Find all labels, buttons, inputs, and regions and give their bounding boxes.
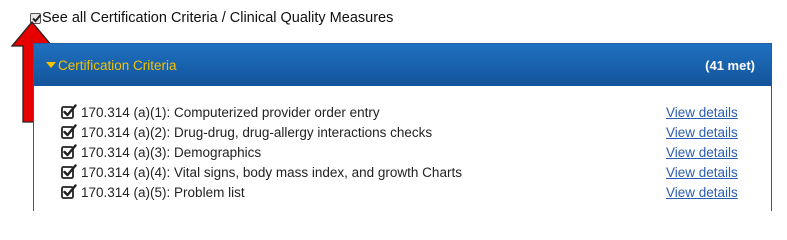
criteria-label: 170.314 (a)(2): Drug-drug, drug-allergy … [81,124,433,140]
panel-title: Certification Criteria [58,57,177,73]
checked-box-icon [61,124,77,139]
criteria-row: 170.314 (a)(3): Demographics View details [34,142,771,162]
checked-box-icon [61,144,77,159]
met-count-badge: (41 met) [705,57,755,73]
criteria-label: 170.314 (a)(5): Problem list [81,184,245,200]
panel-title-toggle[interactable]: Certification Criteria [46,58,177,73]
certification-criteria-panel: Certification Criteria (41 met) 170.314 … [33,43,772,211]
panel-header[interactable]: Certification Criteria (41 met) [34,44,771,86]
criteria-row: 170.314 (a)(5): Problem list View details [34,182,771,202]
criteria-list: 170.314 (a)(1): Computerized provider or… [34,86,771,202]
view-details-link[interactable]: View details [666,185,738,200]
criteria-label: 170.314 (a)(3): Demographics [81,144,262,160]
criteria-row: 170.314 (a)(1): Computerized provider or… [34,102,771,122]
view-details-link[interactable]: View details [666,125,738,140]
caret-down-icon [46,62,56,68]
checked-box-icon [61,184,77,199]
criteria-row: 170.314 (a)(2): Drug-drug, drug-allergy … [34,122,771,142]
view-details-link[interactable]: View details [666,165,738,180]
see-all-toggle[interactable]: See all Certification Criteria / Clinica… [30,9,393,27]
view-details-link[interactable]: View details [666,105,738,120]
view-details-link[interactable]: View details [666,145,738,160]
see-all-label: See all Certification Criteria / Clinica… [42,10,394,26]
criteria-label: 170.314 (a)(4): Vital signs, body mass i… [81,164,462,180]
checked-box-icon [61,164,77,179]
criteria-row: 170.314 (a)(4): Vital signs, body mass i… [34,162,771,182]
criteria-label: 170.314 (a)(1): Computerized provider or… [81,104,380,120]
checked-box-icon [61,104,77,119]
